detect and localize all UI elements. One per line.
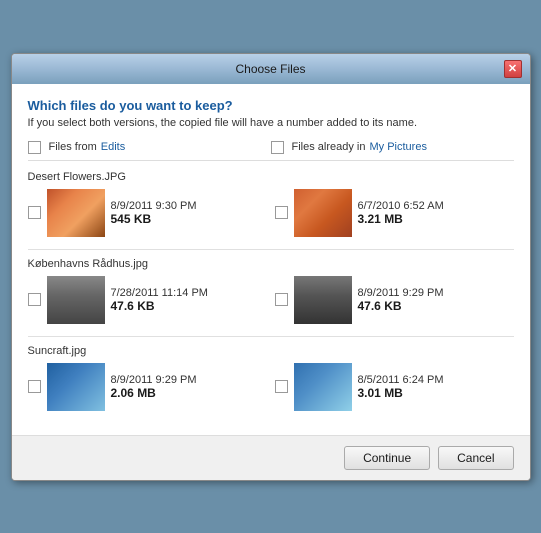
cancel-button[interactable]: Cancel [438,446,513,470]
right-select-all-checkbox[interactable] [271,141,284,154]
version-info-right: 8/9/2011 9:29 PM47.6 KB [358,287,514,313]
main-question: Which files do you want to keep? [28,98,514,113]
file-name: Desert Flowers.JPG [28,171,514,183]
file-name: Københavns Rådhus.jpg [28,258,514,270]
version-date: 7/28/2011 11:14 PM [111,287,267,299]
version-checkbox-right[interactable] [275,380,288,393]
right-column-header: Files already in My Pictures [271,141,514,154]
version-size: 545 KB [111,212,267,226]
file-versions-row: 8/9/2011 9:30 PM545 KB 6/7/2010 6:52 AM3.… [28,189,514,237]
version-checkbox-right[interactable] [275,206,288,219]
file-version-right: 8/5/2011 6:24 PM3.01 MB [275,363,514,411]
title-bar: Choose Files ✕ [12,54,530,84]
version-info-right: 8/5/2011 6:24 PM3.01 MB [358,374,514,400]
left-col-prefix: Files from [49,141,97,153]
thumbnail-right [294,276,352,324]
version-info-left: 8/9/2011 9:29 PM2.06 MB [111,374,267,400]
version-size: 3.01 MB [358,386,514,400]
columns-header: Files from Edits Files already in My Pic… [28,141,514,161]
left-select-all-checkbox[interactable] [28,141,41,154]
dialog-window: Choose Files ✕ Which files do you want t… [11,53,531,481]
version-checkbox-left[interactable] [28,206,41,219]
version-info-left: 8/9/2011 9:30 PM545 KB [111,200,267,226]
file-version-right: 6/7/2010 6:52 AM3.21 MB [275,189,514,237]
file-group: Desert Flowers.JPG 8/9/2011 9:30 PM545 KB… [28,171,514,237]
version-size: 47.6 KB [111,299,267,313]
version-date: 6/7/2010 6:52 AM [358,200,514,212]
left-column-header: Files from Edits [28,141,271,154]
window-title: Choose Files [38,62,504,76]
file-name: Suncraft.jpg [28,345,514,357]
version-info-right: 6/7/2010 6:52 AM3.21 MB [358,200,514,226]
file-group: Københavns Rådhus.jpg7/28/2011 11:14 PM4… [28,249,514,324]
version-checkbox-right[interactable] [275,293,288,306]
file-version-left: 8/9/2011 9:29 PM2.06 MB [28,363,267,411]
file-version-right: 8/9/2011 9:29 PM47.6 KB [275,276,514,324]
file-version-left: 8/9/2011 9:30 PM545 KB [28,189,267,237]
continue-button[interactable]: Continue [344,446,430,470]
version-date: 8/5/2011 6:24 PM [358,374,514,386]
thumbnail-left [47,189,105,237]
version-size: 47.6 KB [358,299,514,313]
subtitle-text: If you select both versions, the copied … [28,117,514,129]
right-col-prefix: Files already in [292,141,366,153]
file-version-left: 7/28/2011 11:14 PM47.6 KB [28,276,267,324]
thumbnail-left [47,276,105,324]
thumbnail-left [47,363,105,411]
version-size: 2.06 MB [111,386,267,400]
left-col-link[interactable]: Edits [101,141,125,153]
close-button[interactable]: ✕ [504,60,522,78]
version-info-left: 7/28/2011 11:14 PM47.6 KB [111,287,267,313]
thumbnail-right [294,189,352,237]
file-versions-row: 7/28/2011 11:14 PM47.6 KB8/9/2011 9:29 P… [28,276,514,324]
divider [28,336,514,337]
file-versions-row: 8/9/2011 9:29 PM2.06 MB 8/5/2011 6:24 PM3… [28,363,514,411]
thumbnail-right [294,363,352,411]
divider [28,249,514,250]
version-date: 8/9/2011 9:30 PM [111,200,267,212]
dialog-footer: Continue Cancel [12,435,530,480]
dialog-content: Which files do you want to keep? If you … [12,84,530,435]
version-date: 8/9/2011 9:29 PM [111,374,267,386]
version-checkbox-left[interactable] [28,293,41,306]
version-size: 3.21 MB [358,212,514,226]
version-date: 8/9/2011 9:29 PM [358,287,514,299]
file-groups: Desert Flowers.JPG 8/9/2011 9:30 PM545 KB… [28,171,514,411]
file-group: Suncraft.jpg 8/9/2011 9:29 PM2.06 MB 8/5/2… [28,336,514,411]
version-checkbox-left[interactable] [28,380,41,393]
right-col-link[interactable]: My Pictures [369,141,426,153]
